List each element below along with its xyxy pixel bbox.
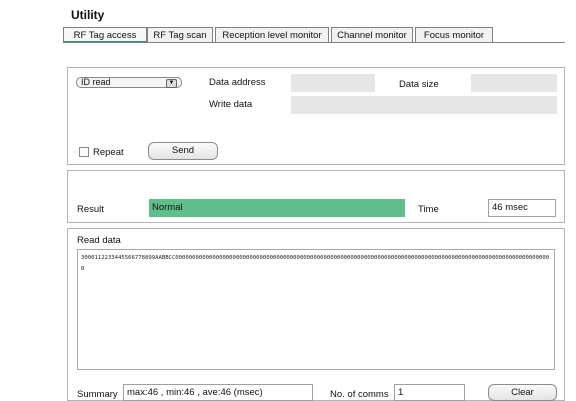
data-size-label: Data size [399,79,439,90]
time-field: 46 msec [488,199,556,217]
summary-field: max:46 , min:46 , ave:46 (msec) [123,384,313,401]
data-address-label: Data address [209,77,266,88]
command-select[interactable]: ID read ▼ [76,77,182,88]
comms-label: No. of comms [330,389,389,400]
comms-field: 1 [394,384,465,401]
read-data-output[interactable]: 300011223344556677889​9AABBCC00000000000… [77,249,555,370]
tab-divider [63,42,565,43]
tab-rf-tag-scan[interactable]: RF Tag scan [147,27,213,42]
write-data-field[interactable] [291,96,557,114]
repeat-label: Repeat [93,147,124,158]
result-label: Result [77,204,104,215]
send-button[interactable]: Send [148,142,218,160]
data-address-field[interactable] [291,74,375,92]
tab-channel-monitor[interactable]: Channel monitor [331,27,413,42]
utility-title: Utility [71,8,105,22]
tab-reception-level-monitor[interactable]: Reception level monitor [215,27,329,42]
read-data-label: Read data [77,235,121,246]
time-label: Time [418,204,439,215]
summary-label: Summary [77,389,118,400]
repeat-checkbox[interactable] [79,147,89,157]
chevron-down-icon: ▼ [166,79,177,88]
command-select-value: ID read [81,77,111,87]
write-data-label: Write data [209,99,253,110]
data-size-field[interactable] [471,74,557,92]
tab-rf-tag-access[interactable]: RF Tag access [63,27,147,43]
tab-focus-monitor[interactable]: Focus monitor [415,27,493,42]
result-status: Normal [149,199,405,217]
clear-button[interactable]: Clear [488,384,557,401]
